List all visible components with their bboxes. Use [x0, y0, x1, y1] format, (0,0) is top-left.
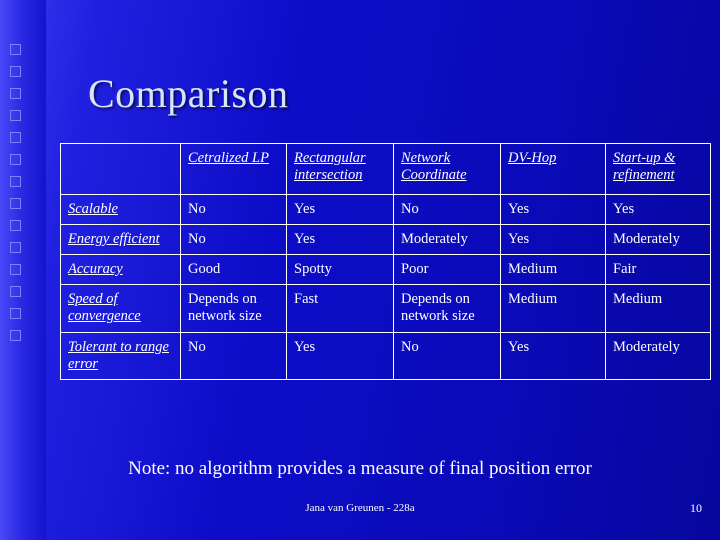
cell-energy-efficient-network-coordinate: Moderately — [393, 224, 501, 256]
cell-scalable-dv-hop: Yes — [500, 193, 606, 226]
footer-author: Jana van Greunen - 228a — [305, 502, 415, 514]
decorative-square — [10, 66, 21, 77]
row-header-accuracy: Accuracy — [60, 254, 181, 286]
column-header-dv-hop: DV-Hop — [500, 143, 606, 195]
left-square-decorations — [10, 44, 26, 352]
cell-speed-centralized-lp: Depends on network size — [180, 284, 287, 333]
table-corner-cell — [60, 143, 181, 195]
cell-accuracy-dv-hop: Medium — [500, 254, 606, 286]
decorative-square — [10, 154, 21, 165]
decorative-square — [10, 110, 21, 121]
cell-energy-efficient-startup-refinement: Moderately — [605, 224, 711, 256]
table-row: Scalable No Yes No Yes Yes — [60, 193, 711, 226]
cell-scalable-rectangular-intersection: Yes — [286, 193, 394, 226]
cell-accuracy-rectangular-intersection: Spotty — [286, 254, 394, 286]
decorative-square — [10, 330, 21, 341]
page-title: Comparison — [88, 71, 289, 116]
column-header-startup-refinement: Start-up & refinement — [605, 143, 711, 195]
decorative-square — [10, 220, 21, 231]
cell-tolerant-dv-hop: Yes — [500, 331, 606, 380]
decorative-square — [10, 308, 21, 319]
row-header-energy-efficient: Energy efficient — [60, 224, 181, 256]
decorative-square — [10, 88, 21, 99]
decorative-square — [10, 264, 21, 275]
cell-accuracy-startup-refinement: Fair — [605, 254, 711, 286]
column-header-network-coordinate: Network Coordinate — [393, 143, 501, 195]
decorative-square — [10, 176, 21, 187]
comparison-table: Cetralized LP Rectangular intersection N… — [60, 143, 711, 380]
column-header-rectangular-intersection: Rectangular intersection — [286, 143, 394, 195]
cell-accuracy-centralized-lp: Good — [180, 254, 287, 286]
cell-scalable-network-coordinate: No — [393, 193, 501, 226]
cell-tolerant-network-coordinate: No — [393, 331, 501, 380]
cell-energy-efficient-dv-hop: Yes — [500, 224, 606, 256]
cell-energy-efficient-centralized-lp: No — [180, 224, 287, 256]
table-row: Accuracy Good Spotty Poor Medium Fair — [60, 254, 711, 286]
slide: Comparison Cetralized LP Rectangular int… — [0, 0, 720, 540]
table-row: Energy efficient No Yes Moderately Yes M… — [60, 224, 711, 256]
footer-page-number: 10 — [690, 501, 702, 515]
decorative-square — [10, 242, 21, 253]
decorative-square — [10, 198, 21, 209]
slide-note: Note: no algorithm provides a measure of… — [128, 458, 592, 479]
cell-tolerant-startup-refinement: Moderately — [605, 331, 711, 380]
cell-speed-network-coordinate: Depends on network size — [393, 284, 501, 333]
row-header-scalable: Scalable — [60, 193, 181, 226]
cell-energy-efficient-rectangular-intersection: Yes — [286, 224, 394, 256]
column-header-centralized-lp: Cetralized LP — [180, 143, 287, 195]
row-header-tolerant-to-range-error: Tolerant to range error — [60, 331, 181, 380]
cell-accuracy-network-coordinate: Poor — [393, 254, 501, 286]
cell-scalable-centralized-lp: No — [180, 193, 287, 226]
cell-speed-rectangular-intersection: Fast — [286, 284, 394, 333]
decorative-square — [10, 44, 21, 55]
decorative-square — [10, 132, 21, 143]
cell-speed-dv-hop: Medium — [500, 284, 606, 333]
table-header-row: Cetralized LP Rectangular intersection N… — [60, 143, 711, 195]
table-row: Speed of convergence Depends on network … — [60, 284, 711, 333]
cell-tolerant-centralized-lp: No — [180, 331, 287, 380]
table-row: Tolerant to range error No Yes No Yes Mo… — [60, 331, 711, 380]
row-header-speed-of-convergence: Speed of convergence — [60, 284, 181, 333]
cell-speed-startup-refinement: Medium — [605, 284, 711, 333]
cell-tolerant-rectangular-intersection: Yes — [286, 331, 394, 380]
cell-scalable-startup-refinement: Yes — [605, 193, 711, 226]
decorative-square — [10, 286, 21, 297]
